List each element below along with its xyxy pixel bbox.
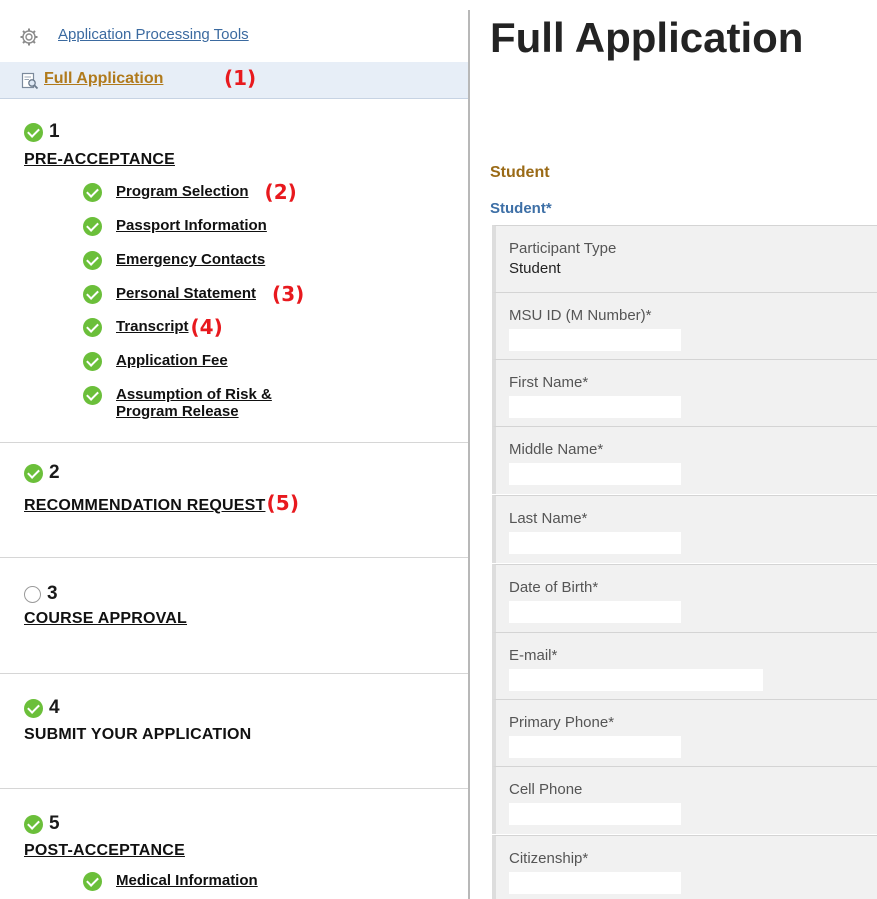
check-circle-icon [83, 318, 102, 337]
field-participant-type: Participant Type Student [492, 225, 877, 293]
field-label: Cell Phone [509, 781, 583, 798]
step-label[interactable]: Program Selection [116, 183, 249, 200]
field-label: E-mail* [509, 647, 558, 664]
field-label: Citizenship* [509, 850, 589, 867]
page-title: Full Application [490, 14, 804, 61]
tools-row: Application Processing Tools [0, 18, 468, 58]
section-submit-your-application: SUBMIT YOUR APPLICATION [24, 726, 252, 743]
field-label: Middle Name* [509, 441, 604, 458]
citizenship-input[interactable] [509, 872, 681, 894]
field-value: Student [509, 260, 561, 277]
check-circle-icon [83, 251, 102, 270]
check-circle-icon [83, 183, 102, 202]
step-label[interactable]: Medical Information [116, 872, 258, 889]
annotation-2: (2) [264, 180, 297, 204]
date-of-birth-input[interactable] [509, 601, 681, 623]
section-course-approval-link[interactable]: COURSE APPROVAL [24, 610, 187, 628]
step-assumption-of-risk[interactable]: Assumption of Risk & Program Release [83, 386, 272, 420]
field-label: First Name* [509, 374, 589, 391]
check-circle-icon [83, 386, 102, 405]
step-passport-information[interactable]: Passport Information [83, 217, 267, 236]
section-number: 4 [49, 697, 60, 718]
empty-circle-icon [24, 585, 41, 603]
document-search-icon [21, 72, 39, 90]
sidebar: Application Processing Tools Full Applic… [0, 0, 468, 899]
step-emergency-contacts[interactable]: Emergency Contacts [83, 251, 265, 270]
step-program-selection[interactable]: Program Selection (2) [83, 180, 297, 204]
field-label: Primary Phone* [509, 714, 615, 731]
section-recommendation-request-link[interactable]: RECOMMENDATION REQUEST [24, 497, 265, 515]
field-first-name: First Name* [492, 359, 877, 427]
section-number: 5 [49, 813, 60, 834]
check-circle-icon [83, 285, 102, 304]
section-divider [0, 673, 468, 674]
step-transcript[interactable]: Transcript (4) [83, 315, 223, 339]
section-pre-acceptance-link[interactable]: PRE-ACCEPTANCE [24, 151, 175, 169]
sidebar-divider [468, 10, 470, 899]
field-label: MSU ID (M Number)* [509, 307, 652, 324]
field-citizenship: Citizenship* [492, 835, 877, 899]
step-label[interactable]: Application Fee [116, 352, 228, 369]
field-middle-name: Middle Name* [492, 426, 877, 494]
step-application-fee[interactable]: Application Fee [83, 352, 228, 371]
section-post-acceptance-link[interactable]: POST-ACCEPTANCE [24, 842, 185, 860]
annotation-5: (5) [266, 491, 300, 515]
section-recommendation-row: RECOMMENDATION REQUEST (5) [24, 491, 299, 515]
primary-phone-input[interactable] [509, 736, 681, 758]
step-label[interactable]: Emergency Contacts [116, 251, 265, 268]
step-label-line: Program Release [116, 403, 239, 420]
section-2-number: 2 [24, 462, 60, 484]
field-label: Participant Type [509, 240, 617, 257]
section-divider [0, 557, 468, 558]
msu-id-input[interactable] [509, 329, 681, 351]
section-5-number: 5 [24, 813, 60, 835]
email-input[interactable] [509, 669, 763, 691]
check-circle-icon [24, 698, 43, 718]
step-label[interactable]: Transcript [116, 318, 189, 335]
section-number: 1 [49, 121, 60, 142]
section-4-number: 4 [24, 697, 60, 719]
field-last-name: Last Name* [492, 495, 877, 563]
field-cell-phone: Cell Phone [492, 766, 877, 834]
field-label: Date of Birth* [509, 579, 599, 596]
section-number: 2 [49, 462, 60, 483]
step-label[interactable]: Personal Statement [116, 285, 256, 302]
step-label[interactable]: Passport Information [116, 217, 267, 234]
step-label-line: Assumption of Risk & [116, 386, 272, 403]
step-personal-statement[interactable]: Personal Statement (3) [83, 282, 305, 306]
check-circle-icon [24, 814, 43, 834]
step-label[interactable]: Assumption of Risk & Program Release [116, 386, 272, 420]
check-circle-icon [83, 872, 102, 891]
step-medical-information[interactable]: Medical Information [83, 872, 258, 891]
field-label: Last Name* [509, 510, 588, 527]
first-name-input[interactable] [509, 396, 681, 418]
section-divider [0, 788, 468, 789]
cell-phone-input[interactable] [509, 803, 681, 825]
check-circle-icon [83, 352, 102, 371]
section-number: 3 [47, 583, 58, 604]
section-divider [0, 442, 468, 443]
field-msu-id: MSU ID (M Number)* [492, 292, 877, 360]
annotation-3: (3) [272, 282, 305, 306]
middle-name-input[interactable] [509, 463, 681, 485]
field-primary-phone: Primary Phone* [492, 699, 877, 767]
gear-icon [20, 28, 38, 46]
full-application-row: Full Application (1) [0, 62, 468, 99]
last-name-input[interactable] [509, 532, 681, 554]
check-circle-icon [24, 463, 43, 483]
section-3-number: 3 [24, 583, 58, 605]
field-date-of-birth: Date of Birth* [492, 564, 877, 632]
field-email: E-mail* [492, 632, 877, 700]
subsection-heading-student: Student* [490, 200, 552, 217]
section-1-number: 1 [24, 121, 60, 143]
check-circle-icon [83, 217, 102, 236]
check-circle-icon [24, 122, 43, 142]
annotation-1: (1) [224, 66, 257, 90]
annotation-4: (4) [190, 315, 223, 339]
application-processing-tools-link[interactable]: Application Processing Tools [58, 26, 249, 43]
full-application-link[interactable]: Full Application [44, 70, 163, 88]
section-heading-student: Student [490, 164, 550, 181]
